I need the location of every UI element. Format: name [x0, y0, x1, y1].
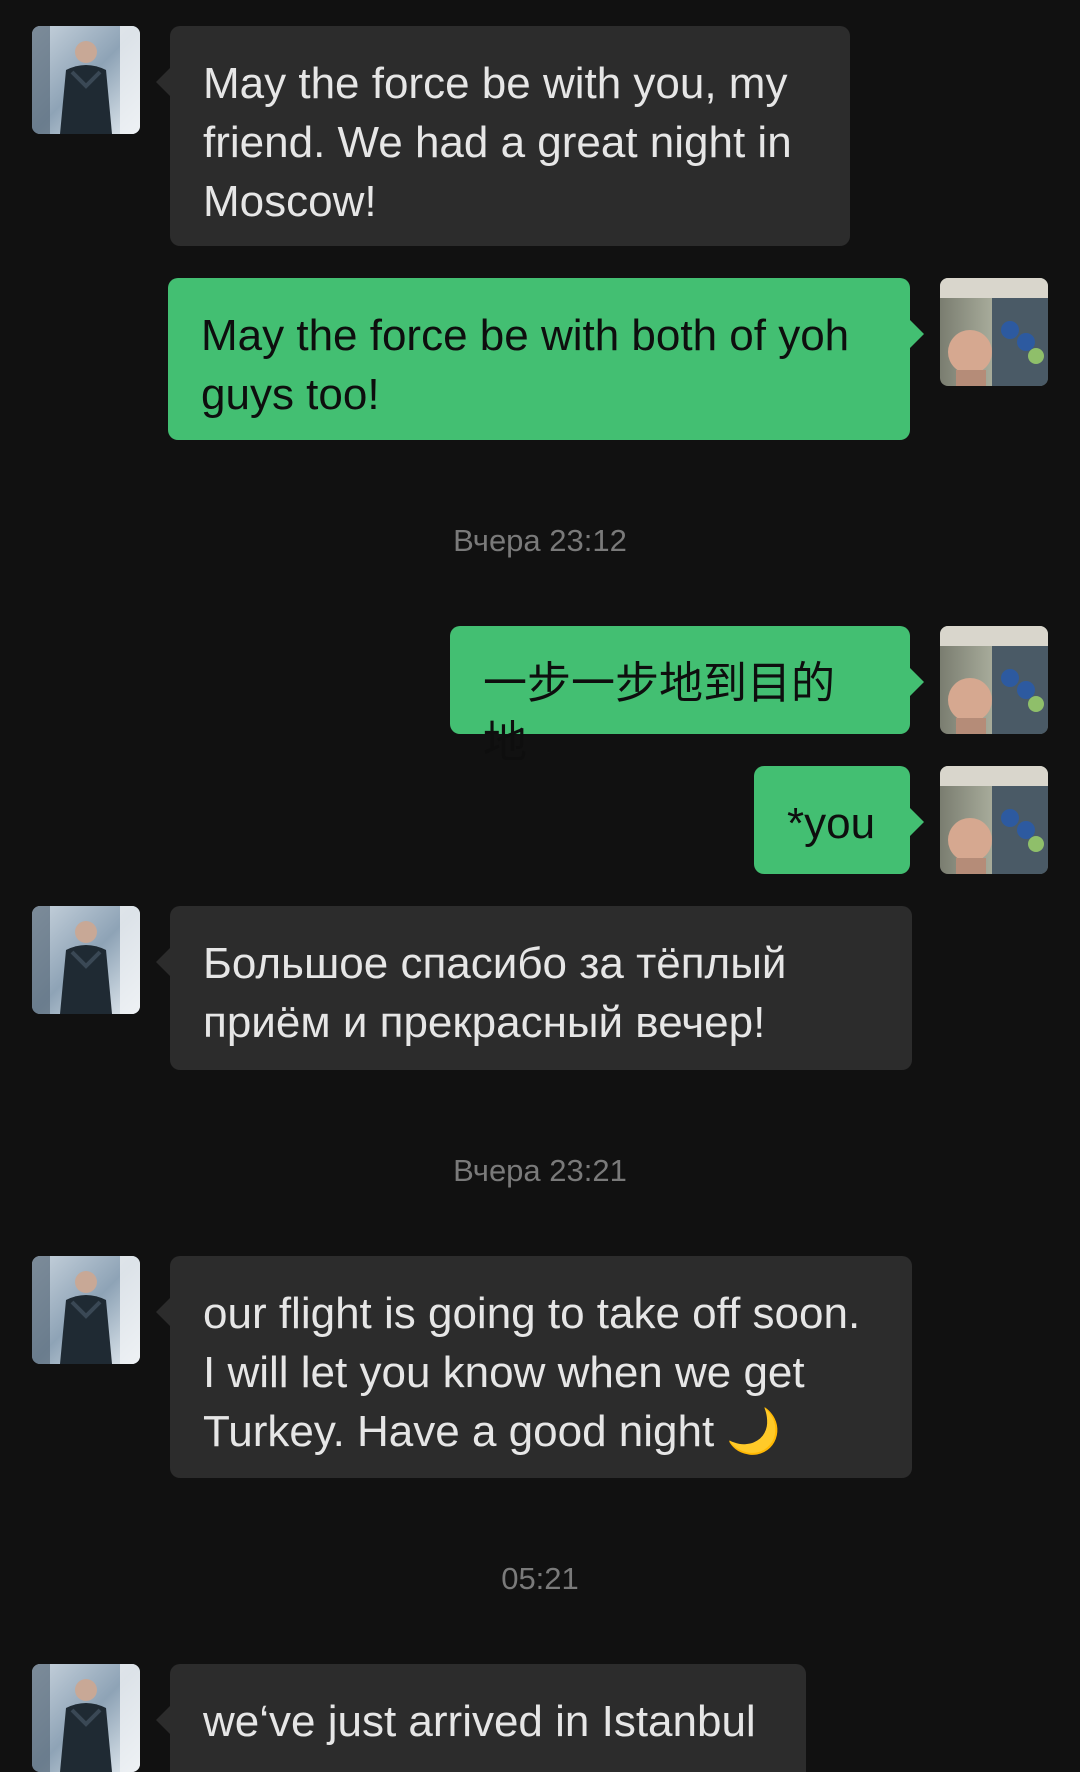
crescent-moon-icon: 🌙: [726, 1407, 782, 1456]
incoming-message[interactable]: Большое спасибо за тёплый приём и прекра…: [156, 906, 912, 1070]
contact-avatar[interactable]: [32, 1664, 140, 1772]
contact-avatar[interactable]: [32, 1256, 140, 1364]
outgoing-message[interactable]: 一步一步地到目的地: [450, 626, 924, 767]
user-avatar[interactable]: [940, 626, 1048, 734]
timestamp: Вчера 23:12: [453, 523, 627, 558]
contact-avatar[interactable]: [32, 26, 140, 134]
outgoing-message[interactable]: May the force be with both of yoh guys t…: [168, 278, 924, 440]
incoming-message[interactable]: we‘ve just arrived in Istanbul: [156, 1664, 806, 1772]
contact-avatar-photo-icon: [32, 26, 140, 134]
user-avatar-photo-icon: [940, 626, 1048, 734]
contact-avatar[interactable]: [32, 906, 140, 1014]
outgoing-message[interactable]: *you: [754, 766, 924, 874]
user-avatar-photo-icon: [940, 278, 1048, 386]
user-avatar[interactable]: [940, 766, 1048, 874]
incoming-message[interactable]: May the force be with you, my friend. We…: [156, 26, 850, 246]
timestamp: 05:21: [501, 1561, 579, 1596]
timestamp: Вчера 23:21: [453, 1153, 627, 1188]
contact-avatar-photo-icon: [32, 1256, 140, 1364]
user-avatar-photo-icon: [940, 766, 1048, 874]
incoming-message[interactable]: our flight is going to take off soon. I …: [156, 1256, 912, 1478]
contact-avatar-photo-icon: [32, 1664, 140, 1772]
user-avatar[interactable]: [940, 278, 1048, 386]
contact-avatar-photo-icon: [32, 906, 140, 1014]
